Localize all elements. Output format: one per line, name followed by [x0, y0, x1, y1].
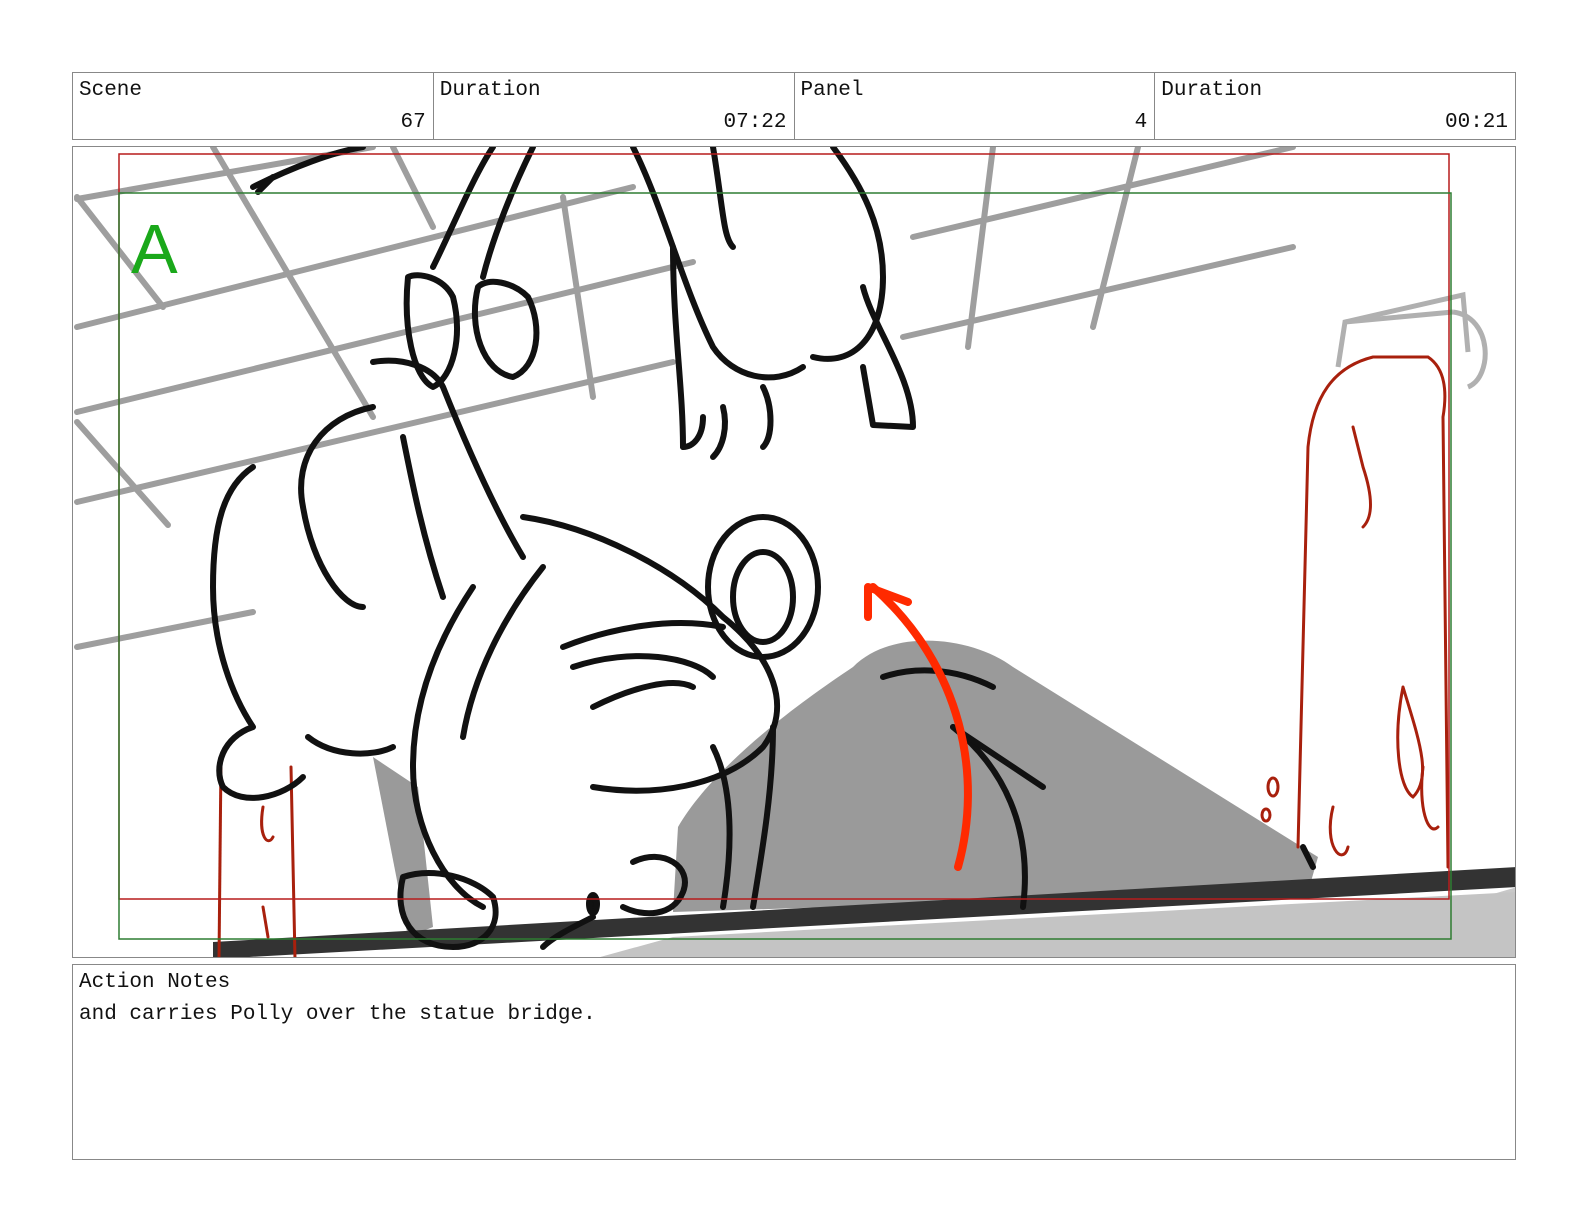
panel-duration-value: 00:21 — [1444, 111, 1508, 134]
pedestal-sketch — [1335, 291, 1488, 390]
storyboard-panel: A — [72, 146, 1516, 958]
action-notes-label: Action Notes — [79, 971, 231, 994]
ceiling-grid — [74, 147, 1296, 650]
panel-info-header: Scene 67 Duration 07:22 Panel 4 Duration… — [72, 72, 1516, 140]
panel-label: Panel — [800, 79, 864, 102]
layer-marker: A — [131, 210, 178, 288]
scene-label: Scene — [79, 79, 143, 102]
scene-number: 67 — [400, 111, 426, 134]
statue-shadow — [213, 640, 1515, 957]
action-notes-text: and carries Polly over the statue bridge… — [79, 1003, 596, 1026]
action-notes-box: Action Notes and carries Polly over the … — [72, 964, 1516, 1160]
panel-drawing: A — [74, 147, 1515, 957]
scene-duration-cell: Duration 07:22 — [434, 73, 795, 139]
panel-number: 4 — [1134, 111, 1148, 134]
panel-cell: Panel 4 — [795, 73, 1156, 139]
panel-duration-label: Duration — [1161, 79, 1263, 102]
scene-cell: Scene 67 — [73, 73, 434, 139]
scene-duration-label: Duration — [439, 79, 541, 102]
scene-duration-value: 07:22 — [723, 111, 787, 134]
panel-duration-cell: Duration 00:21 — [1155, 73, 1515, 139]
